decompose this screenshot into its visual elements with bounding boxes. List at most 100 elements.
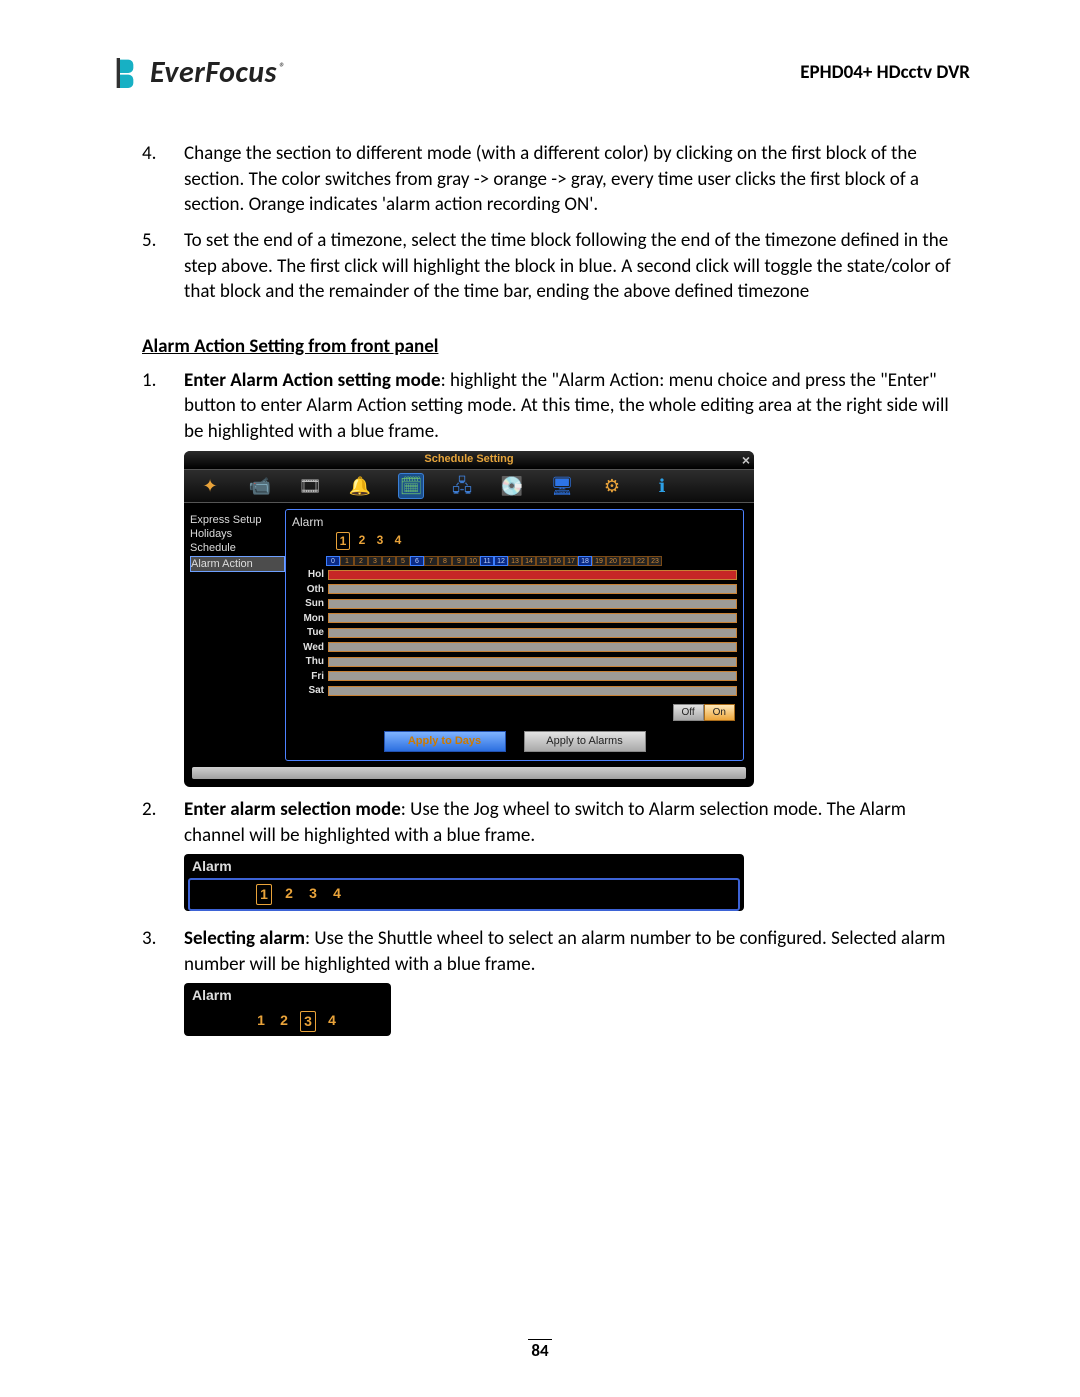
alarm-num-4[interactable]: 4 <box>330 884 344 905</box>
hour-3[interactable]: 3 <box>368 556 382 566</box>
brand-name: EverFocus® <box>150 54 285 91</box>
page-header: EverFocus® EPHD04+ HDcctv DVR <box>116 54 970 91</box>
hour-14[interactable]: 14 <box>522 556 536 566</box>
hour-5[interactable]: 5 <box>396 556 410 566</box>
sidebar-item-holidays[interactable]: Holidays <box>190 527 285 541</box>
alarm-strip-narrow: Alarm 1234 <box>184 983 391 1036</box>
off-button[interactable]: Off <box>673 704 704 722</box>
strip-label: Alarm <box>184 983 391 1007</box>
panel-main: Alarm 1234 01234567891011121314151617181… <box>285 509 744 761</box>
day-label: Sun <box>292 597 328 611</box>
hour-7[interactable]: 7 <box>424 556 438 566</box>
channel-4[interactable]: 4 <box>392 532 404 550</box>
on-button[interactable]: On <box>704 704 735 722</box>
strip-body: 1234 <box>188 1007 387 1036</box>
hour-9[interactable]: 9 <box>452 556 466 566</box>
channel-1[interactable]: 1 <box>336 532 350 550</box>
display-icon[interactable]: 🖥 <box>550 474 574 498</box>
day-row-thu: Thu <box>292 655 737 669</box>
alarm-num-1[interactable]: 1 <box>254 1011 268 1032</box>
channel-row: 1234 <box>336 532 737 550</box>
sidebar-item-schedule[interactable]: Schedule <box>190 541 285 555</box>
channel-2[interactable]: 2 <box>356 532 368 550</box>
list-text: To set the end of a timezone, select the… <box>184 228 970 305</box>
list-number: 5. <box>142 228 184 305</box>
step-2: 2. Enter alarm selection mode: Use the J… <box>142 797 970 916</box>
hour-4[interactable]: 4 <box>382 556 396 566</box>
alarm-num-3[interactable]: 3 <box>306 884 320 905</box>
list-item-4: 4. Change the section to different mode … <box>142 141 970 218</box>
network-icon[interactable]: 🖧 <box>450 474 474 498</box>
close-icon[interactable]: × <box>742 451 750 470</box>
day-bar[interactable] <box>328 657 737 667</box>
day-row-sun: Sun <box>292 597 737 611</box>
disk-icon[interactable]: 💽 <box>500 474 524 498</box>
day-bar[interactable] <box>328 671 737 681</box>
hour-0[interactable]: 0 <box>326 556 340 566</box>
info-icon[interactable]: ℹ <box>650 474 674 498</box>
strip-body: 1234 <box>188 878 740 911</box>
hour-1[interactable]: 1 <box>340 556 354 566</box>
step-text: Selecting alarm: Use the Shuttle wheel t… <box>184 927 945 976</box>
system-gear-icon[interactable]: ⚙ <box>600 474 624 498</box>
hour-20[interactable]: 20 <box>606 556 620 566</box>
day-bar[interactable] <box>328 642 737 652</box>
hour-12[interactable]: 12 <box>494 556 508 566</box>
wizard-icon[interactable]: ✦ <box>198 474 222 498</box>
hour-23[interactable]: 23 <box>648 556 662 566</box>
product-model: EPHD04+ HDcctv DVR <box>800 61 970 84</box>
alarm-num-2[interactable]: 2 <box>282 884 296 905</box>
day-label: Mon <box>292 612 328 626</box>
day-bar[interactable] <box>328 686 737 696</box>
step-text: Enter Alarm Action setting mode: highlig… <box>184 369 949 443</box>
step-number: 3. <box>142 926 184 1041</box>
list-number: 4. <box>142 141 184 218</box>
hour-2[interactable]: 2 <box>354 556 368 566</box>
alarm-strip-wide: Alarm 1234 <box>184 854 744 911</box>
sidebar-item-alarm-action[interactable]: Alarm Action <box>190 556 285 572</box>
day-label: Sat <box>292 684 328 698</box>
day-bar[interactable] <box>328 570 737 580</box>
alarm-num-1[interactable]: 1 <box>256 884 272 905</box>
hour-15[interactable]: 15 <box>536 556 550 566</box>
step-text: Enter alarm selection mode: Use the Jog … <box>184 798 906 847</box>
hour-8[interactable]: 8 <box>438 556 452 566</box>
step-1: 1. Enter Alarm Action setting mode: high… <box>142 368 970 787</box>
section-heading: Alarm Action Setting from front panel <box>142 335 970 358</box>
schedule-icon[interactable]: 🗓 <box>398 473 424 499</box>
record-icon[interactable]: 🎞 <box>298 474 322 498</box>
alarm-num-2[interactable]: 2 <box>277 1011 291 1032</box>
on-off-toggle: Off On <box>292 704 735 722</box>
continued-list: 4. Change the section to different mode … <box>142 141 970 305</box>
day-row-sat: Sat <box>292 684 737 698</box>
day-bar[interactable] <box>328 584 737 594</box>
day-label: Thu <box>292 655 328 669</box>
day-bar[interactable] <box>328 613 737 623</box>
hour-18[interactable]: 18 <box>578 556 592 566</box>
step-3: 3. Selecting alarm: Use the Shuttle whee… <box>142 926 970 1041</box>
day-row-oth: Oth <box>292 583 737 597</box>
hour-13[interactable]: 13 <box>508 556 522 566</box>
alarm-num-4[interactable]: 4 <box>325 1011 339 1032</box>
apply-to-days-button[interactable]: Apply to Days <box>384 731 506 752</box>
alarm-num-3[interactable]: 3 <box>300 1011 316 1032</box>
day-bar[interactable] <box>328 599 737 609</box>
alarm-bell-icon[interactable]: 🔔 <box>348 474 372 498</box>
hour-10[interactable]: 10 <box>466 556 480 566</box>
day-row-wed: Wed <box>292 641 737 655</box>
sidebar-item-express[interactable]: Express Setup <box>190 513 285 527</box>
hour-19[interactable]: 19 <box>592 556 606 566</box>
step-number: 1. <box>142 368 184 787</box>
camera-icon[interactable]: 📹 <box>248 474 272 498</box>
day-row-tue: Tue <box>292 626 737 640</box>
hour-22[interactable]: 22 <box>634 556 648 566</box>
hour-21[interactable]: 21 <box>620 556 634 566</box>
apply-to-alarms-button[interactable]: Apply to Alarms <box>524 731 646 752</box>
day-rows: HolOthSunMonTueWedThuFriSat <box>292 568 737 698</box>
day-bar[interactable] <box>328 628 737 638</box>
hour-17[interactable]: 17 <box>564 556 578 566</box>
channel-3[interactable]: 3 <box>374 532 386 550</box>
hour-16[interactable]: 16 <box>550 556 564 566</box>
hour-6[interactable]: 6 <box>410 556 424 566</box>
hour-11[interactable]: 11 <box>480 556 494 566</box>
